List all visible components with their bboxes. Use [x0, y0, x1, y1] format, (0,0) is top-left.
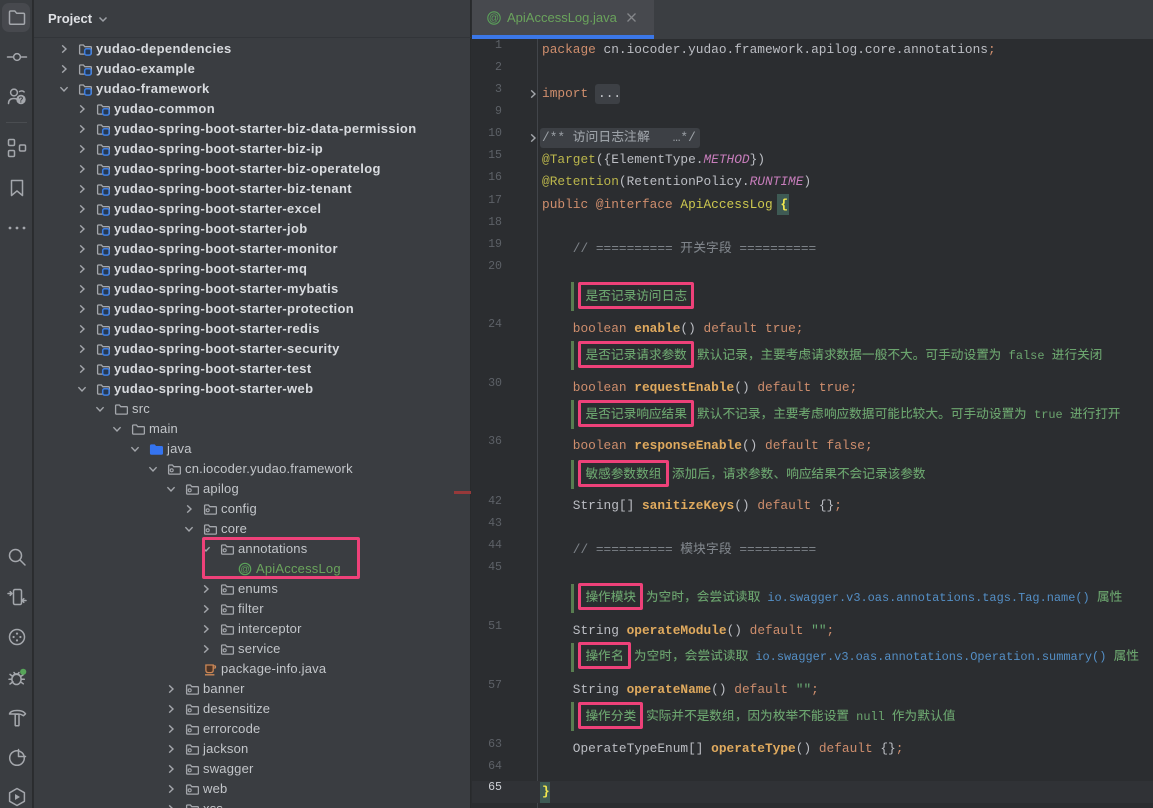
svg-text:@: @ [489, 13, 499, 24]
